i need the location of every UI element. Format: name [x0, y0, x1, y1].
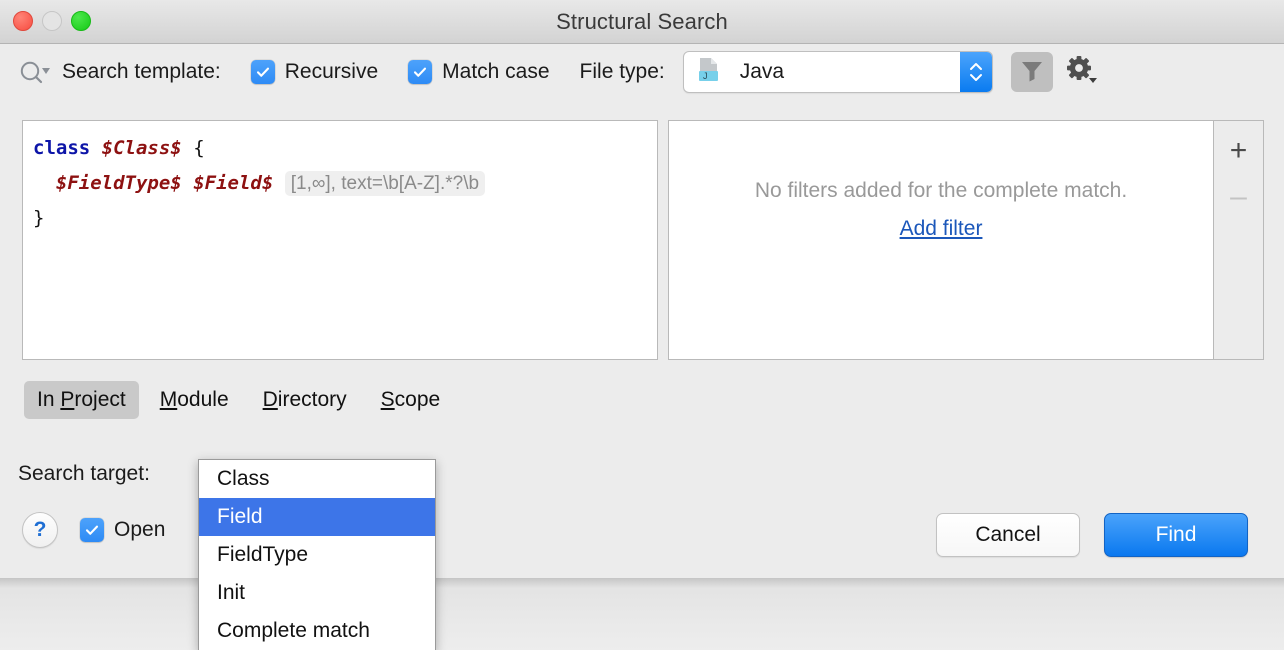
file-type-label: File type: [579, 60, 665, 83]
file-type-stepper[interactable] [959, 52, 992, 92]
window-title: Structural Search [556, 9, 728, 34]
filters-body: No filters added for the complete match.… [669, 121, 1213, 359]
settings-button[interactable] [1061, 52, 1103, 92]
window-titlebar: Structural Search [0, 0, 1284, 44]
add-filter-button[interactable]: + [1221, 133, 1257, 169]
search-template-editor[interactable]: class $Class$ { $FieldType$ $Field$ [1,∞… [22, 120, 658, 360]
code-token-variable: $Class$ [101, 137, 182, 159]
screen: Structural Search Search template: Recur… [0, 0, 1284, 650]
match-case-label: Match case [442, 60, 550, 83]
scope-tabs: In Project Module Directory Scope [24, 381, 453, 419]
code-token-variable: $Field$ [193, 172, 274, 194]
recursive-checkbox[interactable]: Recursive [250, 60, 379, 84]
help-button[interactable]: ? [22, 512, 58, 548]
code-token-brace: } [33, 207, 45, 229]
filters-empty-message: No filters added for the complete match. [754, 179, 1128, 202]
dropdown-item-fieldtype[interactable]: FieldType [199, 536, 435, 574]
recursive-label: Recursive [284, 60, 379, 83]
remove-filter-button: – [1230, 180, 1247, 213]
code-lines: class $Class$ { $FieldType$ $Field$ [1,∞… [33, 131, 657, 236]
mnemonic-letter: S [380, 388, 395, 411]
open-checkbox-label: Open [114, 518, 166, 541]
search-template-label: Search template: [62, 60, 221, 83]
dropdown-item-class[interactable]: Class [199, 460, 435, 498]
checkmark-icon [408, 60, 433, 84]
dialog-action-buttons: Cancel Find [936, 513, 1248, 557]
checkmark-icon [250, 60, 275, 84]
code-line: class $Class$ { [33, 131, 657, 166]
file-type-combobox[interactable]: J Java [682, 51, 993, 93]
filter-toggle-button[interactable] [1010, 52, 1053, 92]
dialog-bottom-left: ? Open [22, 512, 165, 548]
code-line: $FieldType$ $Field$ [1,∞], text=\b[A-Z].… [33, 166, 657, 201]
scope-tab-module[interactable]: Module [147, 381, 242, 419]
search-toolbar: Search template: Recursive Match case Fi… [0, 43, 1284, 101]
mnemonic-letter: P [60, 388, 75, 411]
search-target-label: Search target: [18, 462, 150, 485]
find-button[interactable]: Find [1104, 513, 1248, 557]
dropdown-item-init[interactable]: Init [199, 574, 435, 612]
dropdown-item-field[interactable]: Field [199, 498, 435, 536]
filters-panel: No filters added for the complete match.… [668, 120, 1264, 360]
file-type-value: Java [739, 60, 785, 83]
scope-tab-directory[interactable]: Directory [250, 381, 360, 419]
code-token-variable: $FieldType$ [55, 172, 182, 194]
add-filter-link[interactable]: Add filter [900, 217, 983, 241]
java-file-icon: J [696, 56, 722, 89]
dropdown-item-complete-match[interactable]: Complete match [199, 612, 435, 650]
svg-text:J: J [703, 71, 708, 81]
checkmark-icon [80, 518, 104, 542]
search-target-row: Search target: [18, 462, 150, 486]
mnemonic-letter: D [262, 388, 278, 411]
code-line: } [33, 201, 657, 236]
code-token-brace: { [193, 137, 205, 159]
mnemonic-letter: M [159, 388, 178, 411]
gear-dropdown-icon [1065, 55, 1099, 90]
funnel-icon [1019, 57, 1045, 88]
search-dropdown-icon[interactable] [18, 56, 58, 88]
scope-tab-in-project[interactable]: In Project [24, 381, 139, 419]
open-in-new-tab-checkbox[interactable]: Open [80, 518, 165, 542]
code-token-keyword: class [33, 137, 91, 159]
search-target-dropdown: Class Field FieldType Init Complete match [198, 459, 436, 650]
code-token-annotation: [1,∞], text=\b[A-Z].*?\b [284, 171, 486, 196]
cancel-button[interactable]: Cancel [936, 513, 1080, 557]
filters-side-toolbar: + – [1213, 121, 1263, 359]
scope-tab-scope[interactable]: Scope [368, 381, 454, 419]
structural-search-dialog: Structural Search Search template: Recur… [0, 0, 1284, 578]
match-case-checkbox[interactable]: Match case [408, 60, 550, 84]
window-shadow-area [0, 578, 1284, 650]
